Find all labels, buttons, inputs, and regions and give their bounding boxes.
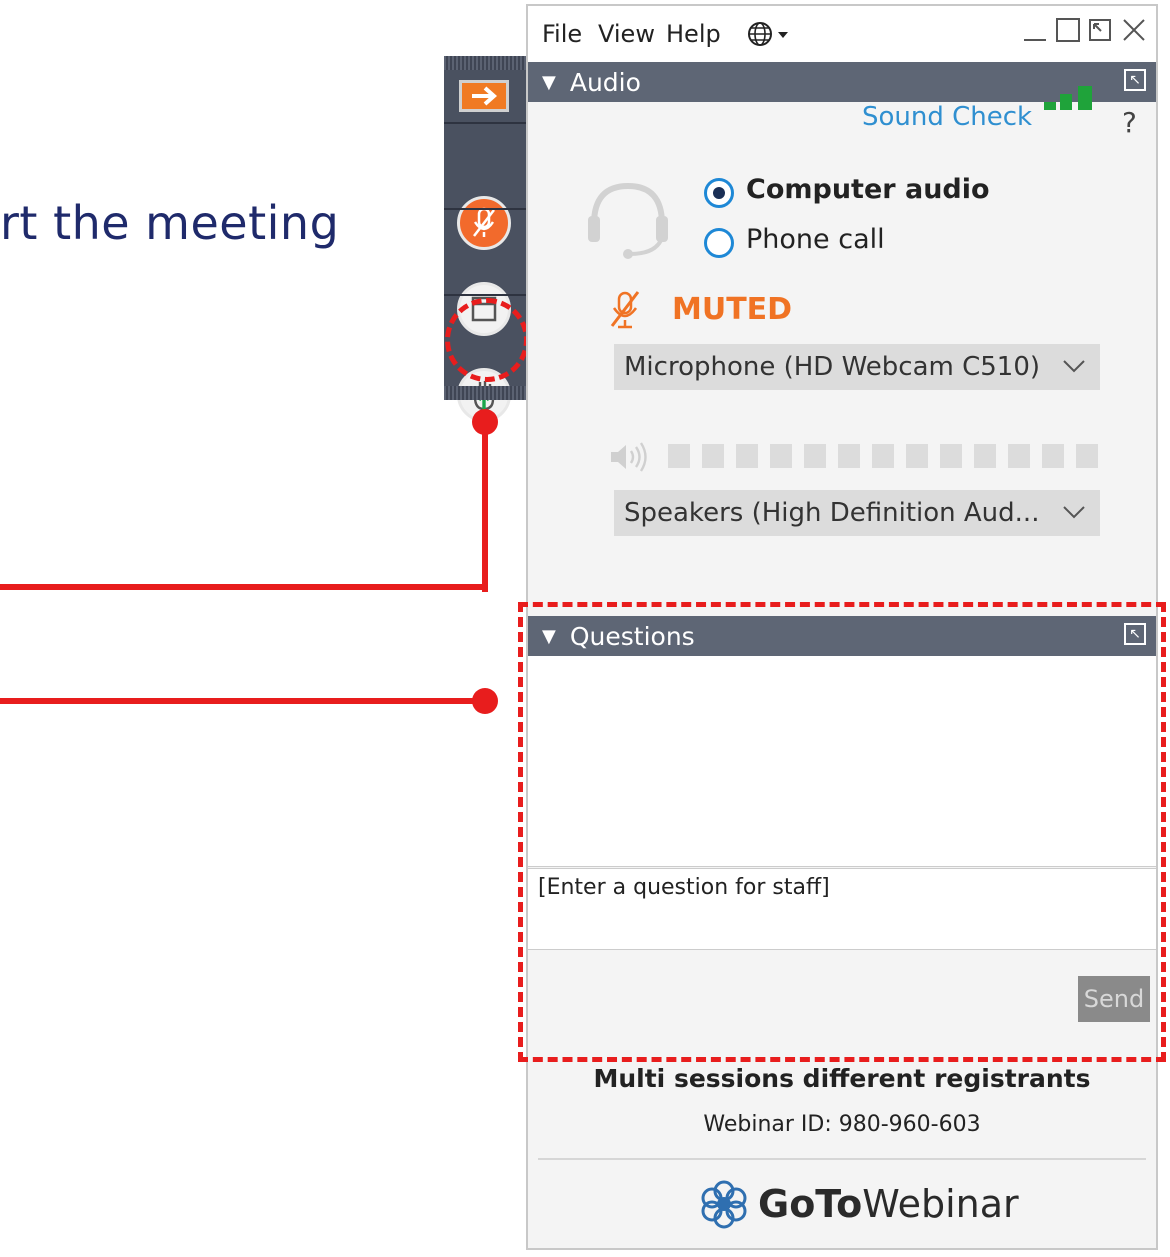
microphone-select-value: Microphone (HD Webcam C510)	[624, 352, 1041, 382]
audio-panel-title: Audio	[569, 67, 641, 97]
menu-help[interactable]: Help	[666, 20, 721, 48]
callout-line	[482, 420, 488, 592]
webinar-id: Webinar ID: 980-960-603	[703, 1112, 981, 1137]
minimize-button[interactable]	[1022, 14, 1048, 52]
speakers-select[interactable]: Speakers (High Definition Aud...	[614, 490, 1100, 536]
collapse-arrow-button[interactable]	[459, 80, 509, 112]
language-menu[interactable]	[746, 20, 792, 57]
popout-button[interactable]	[1086, 14, 1114, 52]
menu-bar: File View Help	[528, 6, 1156, 62]
popout-icon	[1089, 19, 1111, 41]
minimize-icon	[1024, 39, 1046, 41]
headset-icon	[588, 182, 668, 259]
session-title: Multi sessions different registrants	[593, 1064, 1091, 1093]
computer-audio-label[interactable]: Computer audio	[746, 174, 990, 205]
collapse-triangle-icon: ▼	[542, 71, 556, 93]
arrow-right-icon	[472, 86, 498, 106]
raise-hand-highlight	[445, 298, 529, 382]
gotowebinar-flower-icon	[701, 1180, 747, 1229]
toolbar-divider	[444, 208, 526, 210]
chevron-down-icon	[1063, 506, 1085, 519]
maximize-icon	[1056, 18, 1080, 42]
gotowebinar-logo: GoToWebinar	[698, 1178, 1019, 1230]
brand-name: GoToWebinar	[758, 1182, 1019, 1226]
microphone-select[interactable]: Microphone (HD Webcam C510)	[614, 344, 1100, 390]
globe-dropdown-icon	[748, 22, 788, 46]
phone-call-label[interactable]: Phone call	[746, 224, 885, 255]
close-icon	[1123, 19, 1145, 41]
panel-popout-icon[interactable]: ↖	[1124, 69, 1146, 91]
phone-call-radio[interactable]	[704, 228, 734, 258]
close-button[interactable]	[1120, 14, 1148, 52]
brand-name-bold: GoTo	[758, 1182, 863, 1226]
callout-dot	[472, 409, 498, 435]
chevron-down-icon	[1063, 360, 1085, 373]
computer-audio-radio[interactable]	[704, 178, 734, 208]
callout-line	[0, 584, 488, 590]
callout-dot	[472, 688, 498, 714]
muted-mic-icon	[610, 291, 640, 329]
muted-mic-icon	[473, 207, 495, 237]
mute-status: MUTED	[672, 292, 793, 327]
footer-divider	[538, 1158, 1146, 1160]
toolbar-divider	[444, 122, 526, 124]
toolbar-divider	[444, 294, 526, 296]
mute-toggle-button[interactable]	[457, 196, 511, 250]
speakers-select-value: Speakers (High Definition Aud...	[624, 498, 1040, 528]
maximize-button[interactable]	[1054, 14, 1082, 52]
help-button[interactable]: ?	[1122, 106, 1137, 139]
slide-text: rt the meeting	[0, 196, 340, 250]
callout-line	[0, 698, 486, 704]
menu-file[interactable]: File	[542, 20, 582, 48]
speaker-icon	[611, 442, 647, 472]
sound-check-link[interactable]: Sound Check	[862, 102, 1032, 132]
questions-highlight	[518, 602, 1166, 1062]
brand-name-light: Webinar	[862, 1182, 1019, 1226]
menu-view[interactable]: View	[598, 20, 655, 48]
toolbar-grip[interactable]	[444, 56, 526, 70]
toolbar-grip	[444, 386, 526, 400]
